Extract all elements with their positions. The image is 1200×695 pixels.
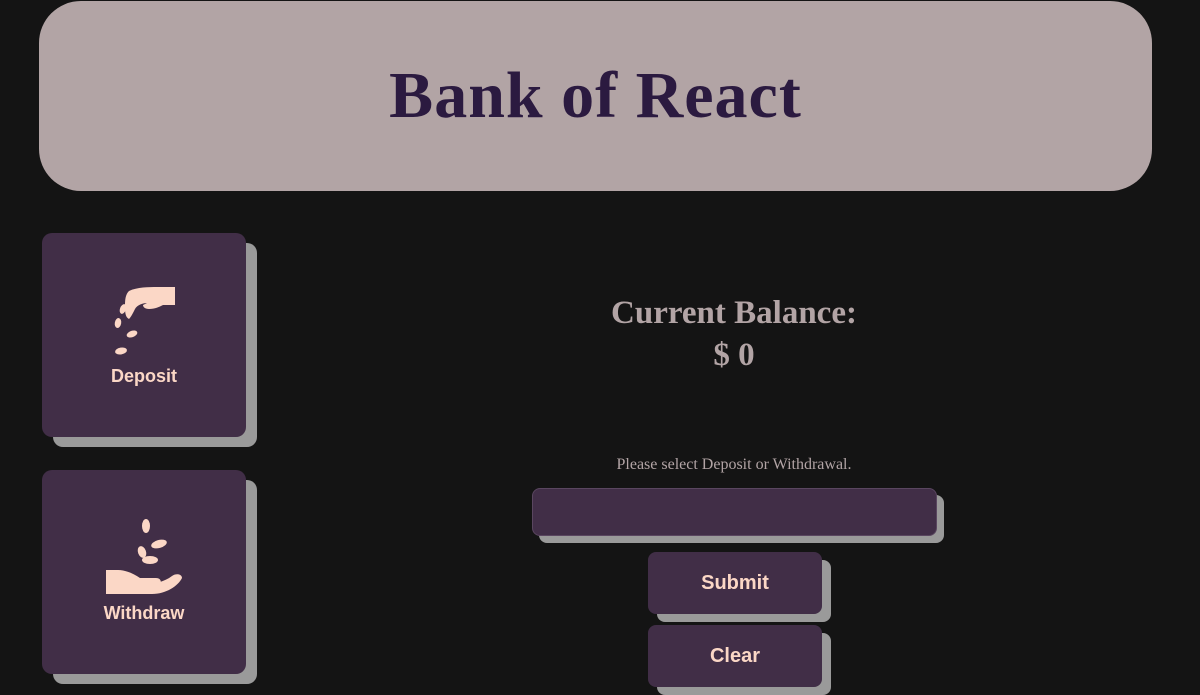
coin-drop-hand-icon	[114, 287, 175, 355]
form-prompt: Please select Deposit or Withdrawal.	[616, 456, 852, 473]
submit-button[interactable]: Submit	[648, 552, 822, 614]
withdraw-button[interactable]: Withdraw	[42, 470, 246, 674]
clear-button[interactable]: Clear	[648, 625, 822, 687]
amount-input[interactable]	[532, 488, 937, 536]
app-header: Bank of React	[39, 1, 1152, 191]
deposit-label: Deposit	[110, 366, 177, 386]
balance-label: Current Balance:	[611, 295, 857, 331]
app-title: Bank of React	[389, 59, 802, 132]
deposit-button[interactable]: Deposit	[42, 233, 246, 437]
page: Bank of React Deposit Withdraw Current B…	[0, 0, 1200, 695]
coin-receive-hand-icon	[106, 519, 182, 594]
withdraw-label: Withdraw	[103, 603, 185, 623]
balance-display: Current Balance: $ 0	[534, 292, 934, 376]
balance-value: $ 0	[713, 337, 755, 373]
